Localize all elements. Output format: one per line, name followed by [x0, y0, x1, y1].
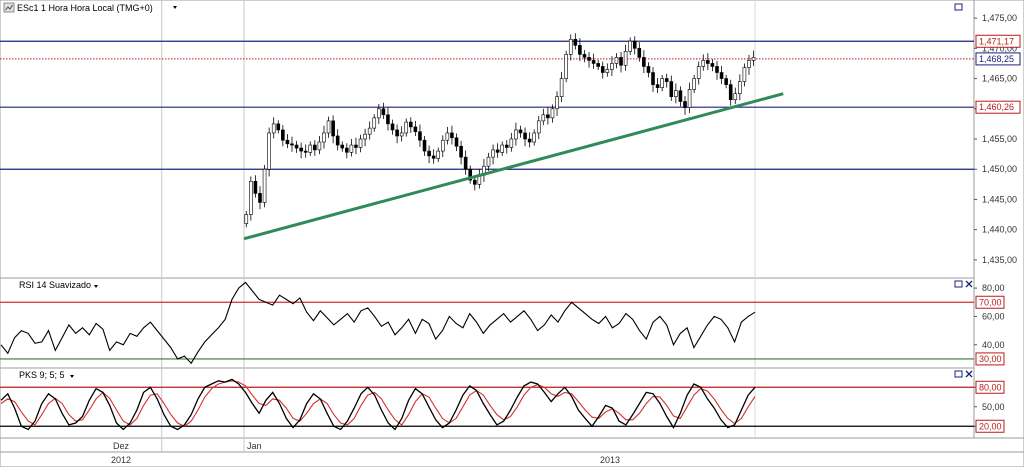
y-tick-label: 1,455,00: [982, 134, 1017, 144]
y-tick-label: 1,450,00: [982, 164, 1017, 174]
level-tag-label: 20,00: [979, 421, 1002, 431]
level-tag: 80,00: [975, 380, 1005, 394]
pks-title: PKS 9; 5; 5: [19, 370, 65, 380]
month-label: Jan: [247, 441, 262, 451]
level-tag-label: 80,00: [979, 382, 1002, 392]
price-tag: 1,460,26: [975, 100, 1021, 114]
level-tag-label: 30,00: [979, 354, 1002, 364]
y-tick-label: 50,00: [982, 402, 1005, 412]
y-tick-label: 1,475,00: [982, 13, 1017, 23]
level-tag: 30,00: [975, 352, 1005, 366]
month-label: Dez: [113, 441, 130, 451]
year-label: 2012: [111, 455, 131, 465]
candle: [262, 164, 267, 208]
y-tick-label: 1,465,00: [982, 74, 1017, 84]
candle: [249, 176, 253, 221]
price-tag-label: 1,471,17: [979, 36, 1014, 46]
price-tag: 1,471,17: [975, 34, 1021, 48]
rsi-header[interactable]: RSI 14 Suavizado: [19, 280, 98, 290]
candle: [267, 127, 271, 177]
price-tag: 1,468,25: [975, 52, 1021, 66]
rsi-panel-bg: [0, 277, 975, 369]
y-tick-label: 60,00: [982, 311, 1005, 321]
price-tag-label: 1,460,26: [979, 102, 1014, 112]
level-tag: 20,00: [975, 419, 1005, 433]
rsi-title: RSI 14 Suavizado: [19, 280, 91, 290]
price-tag-label: 1,468,25: [979, 54, 1014, 64]
y-tick-label: 80,00: [982, 283, 1005, 293]
y-tick-label: 1,440,00: [982, 225, 1017, 235]
y-tick-label: 1,445,00: [982, 194, 1017, 204]
chart-canvas: 1,475,001,470,001,465,001,460,001,455,00…: [0, 0, 1024, 467]
year-label: 2013: [600, 455, 620, 465]
main-title: ESc1 1 Hora Hora Local (TMG+0): [17, 3, 153, 13]
main-header[interactable]: ESc1 1 Hora Hora Local (TMG+0): [3, 2, 177, 13]
y-tick-label: 40,00: [982, 340, 1005, 350]
y-axis-bg: [973, 0, 1024, 439]
level-tag-label: 70,00: [979, 297, 1002, 307]
level-tag: 70,00: [975, 295, 1005, 309]
y-tick-label: 1,435,00: [982, 255, 1017, 265]
candle: [564, 50, 568, 83]
pks-panel-bg: [0, 367, 975, 439]
